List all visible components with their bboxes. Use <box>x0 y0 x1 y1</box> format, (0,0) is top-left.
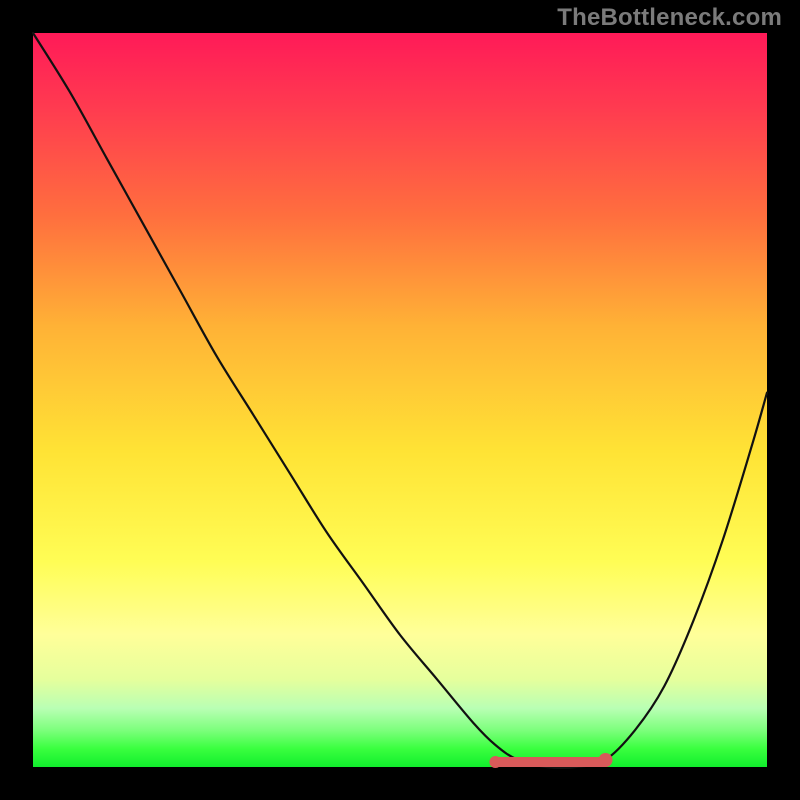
chart-frame: TheBottleneck.com <box>0 0 800 800</box>
curve-svg <box>33 33 767 767</box>
bottleneck-curve <box>33 33 767 768</box>
optimal-range-start-dot <box>489 756 501 768</box>
watermark-label: TheBottleneck.com <box>557 4 782 32</box>
optimal-range-end-dot <box>599 753 613 767</box>
plot-area <box>33 33 767 767</box>
